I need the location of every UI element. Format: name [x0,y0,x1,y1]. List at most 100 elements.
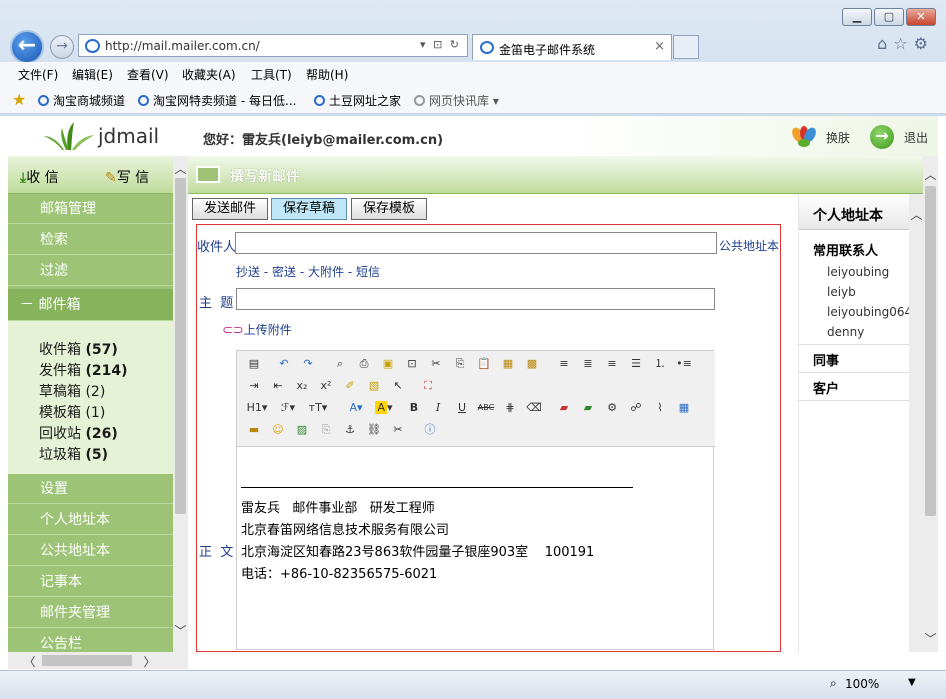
scrollbar-thumb[interactable] [925,186,936,516]
signature-line[interactable]: 电话：+86-10-82356575-6021 [241,563,437,582]
insert-image-icon[interactable]: ▰ [555,399,573,417]
select-all-icon[interactable]: ▧ [365,377,383,395]
source-icon[interactable]: ▤ [245,355,263,373]
zoom-level[interactable]: 100% [845,677,879,691]
logout-link[interactable]: 退出 [904,129,928,146]
cc-link[interactable]: 抄送 [236,265,260,279]
align-right-icon[interactable]: ≡ [603,355,621,373]
paste-word-icon[interactable]: ▩ [523,355,541,373]
help-icon[interactable]: ⓘ [421,421,439,439]
indent-icon[interactable]: ⇥ [245,377,263,395]
chevron-left-icon[interactable]: 〈 [22,653,37,670]
bcc-link[interactable]: 密送 [272,265,296,279]
contact-item[interactable]: leiyb [827,285,856,299]
paste-icon[interactable]: 📋 [475,355,493,373]
favorite-link[interactable]: 淘宝商城频道 [38,92,125,109]
to-input[interactable] [235,232,717,254]
attachment-icon[interactable]: ⌇ [651,399,669,417]
sms-link[interactable]: 短信 [356,265,380,279]
font-family-icon[interactable]: ℱ▾ [277,399,299,417]
save-draft-button[interactable]: 保存草稿 [271,198,347,220]
signature-line[interactable]: 北京海淀区知春路23号863软件园量子银座903室 100191 [241,541,594,560]
table-icon[interactable]: ▦ [675,399,693,417]
nav-search[interactable]: 检索 [8,225,173,255]
nav-notepad[interactable]: 记事本 [8,567,173,597]
scrollbar-thumb[interactable] [175,178,186,514]
flash-icon[interactable]: ⚙ [603,399,621,417]
copy-icon[interactable]: ⎘ [451,355,469,373]
horizontal-line-icon[interactable]: ▬ [245,421,263,439]
underline-icon[interactable]: U [453,399,471,417]
favorite-link[interactable]: 土豆网址之家 [314,92,401,109]
favorites-star-icon[interactable]: ★ [12,90,26,109]
nav-mailbox-toggle[interactable]: － 邮件箱 [8,289,173,321]
menu-help[interactable]: 帮助(H) [306,66,348,83]
close-tab-icon[interactable]: × [654,39,665,54]
group-frequent[interactable]: 常用联系人 [813,240,878,259]
folder-sent[interactable]: 发件箱 (214) [39,360,127,380]
chevron-down-icon[interactable]: ﹀ [173,622,188,639]
change-skin-link[interactable]: 换肤 [826,129,850,146]
image-icon[interactable]: ▨ [293,421,311,439]
clear-format-icon[interactable]: ✐ [341,377,359,395]
main-scrollbar[interactable]: ︿ ﹀ [923,156,938,652]
scrollbar-thumb[interactable] [42,655,132,666]
new-tab-button[interactable] [673,35,699,59]
emoticon-icon[interactable]: ☺ [269,421,287,439]
heading-icon[interactable]: H1▾ [243,399,271,417]
chevron-down-icon[interactable]: ▼ [908,677,916,688]
align-left-icon[interactable]: ≡ [555,355,573,373]
unlink-icon[interactable]: ✂ [389,421,407,439]
ordered-list-icon[interactable]: ⒈ [651,355,669,373]
font-color-icon[interactable]: A▾ [345,399,367,417]
contact-item[interactable]: leiyoubing064 [827,305,909,319]
fullscreen-icon[interactable]: ⛶ [419,377,437,395]
favorite-link[interactable]: 淘宝网特卖频道 - 每日低... [138,92,296,109]
undo-icon[interactable]: ↶ [275,355,293,373]
superscript-icon[interactable]: x² [317,377,335,395]
nav-horizontal-scrollbar[interactable]: 〈 〉 [8,652,188,669]
minimize-button[interactable]: ▁ [842,8,872,26]
chevron-up-icon[interactable]: ︿ [923,166,938,183]
bold-icon[interactable]: B [405,399,423,417]
close-window-button[interactable]: ✕ [906,8,936,26]
big-attachment-link[interactable]: 大附件 [308,265,344,279]
menu-file[interactable]: 文件(F) [18,66,58,83]
compose-mail-button[interactable]: ✎写 信 [105,167,149,187]
unordered-list-icon[interactable]: •≡ [675,355,693,373]
group-clients[interactable]: 客户 [813,378,839,397]
send-button[interactable]: 发送邮件 [192,198,268,220]
link-icon[interactable]: ⛓ [365,421,383,439]
addressbook-scrollbar[interactable]: ︿ [909,194,924,652]
public-addressbook-link[interactable]: 公共地址本 [719,237,779,254]
highlight-color-icon[interactable]: A ▾ [373,399,395,417]
align-center-icon[interactable]: ≣ [579,355,597,373]
nav-settings[interactable]: 设置 [8,474,173,504]
folder-drafts[interactable]: 草稿箱 (2) [39,381,105,401]
form-icon[interactable]: ⊡ [403,355,421,373]
save-template-button[interactable]: 保存模板 [351,198,427,220]
menu-edit[interactable]: 编辑(E) [72,66,113,83]
preview-icon[interactable]: ⌕ [331,355,349,373]
signature-line[interactable]: 北京春笛网络信息技术服务有限公司 [241,519,449,538]
nav-scrollbar[interactable]: ︿ ﹀ [173,156,188,652]
maximize-button[interactable]: ▢ [874,8,904,26]
font-size-icon[interactable]: тT▾ [305,399,331,417]
folder-spam[interactable]: 垃圾箱 (5) [39,444,108,464]
template-icon[interactable]: ▣ [379,355,397,373]
contact-item[interactable]: denny [827,325,864,339]
print-icon[interactable]: ⎙ [355,355,373,373]
rich-text-editor[interactable]: ▤ ↶ ↷ ⌕ ⎙ ▣ ⊡ ✂ ⎘ 📋 ▦ ▩ ≡ ≣ ≡ ☰ ⒈ •≡ ⇥ ⇤… [236,350,715,650]
horizontal-rule-icon[interactable]: ⋕ [501,399,519,417]
favorite-link[interactable]: 网页快讯库 ▾ [414,92,499,109]
cut-icon[interactable]: ✂ [427,355,445,373]
refresh-icon[interactable]: ▾ ⊡ ↻ [420,38,461,51]
insert-multi-image-icon[interactable]: ▰ [579,399,597,417]
anchor-icon[interactable]: ⚓ [341,421,359,439]
nav-public-addressbook[interactable]: 公共地址本 [8,536,173,566]
menu-view[interactable]: 查看(V) [127,66,169,83]
address-bar[interactable]: http://mail.mailer.com.cn/ ▾ ⊡ ↻ [78,34,468,57]
pagebreak-icon[interactable]: ⎘ [317,421,335,439]
align-justify-icon[interactable]: ☰ [627,355,645,373]
receive-mail-button[interactable]: ⤓收 信 [20,167,59,187]
